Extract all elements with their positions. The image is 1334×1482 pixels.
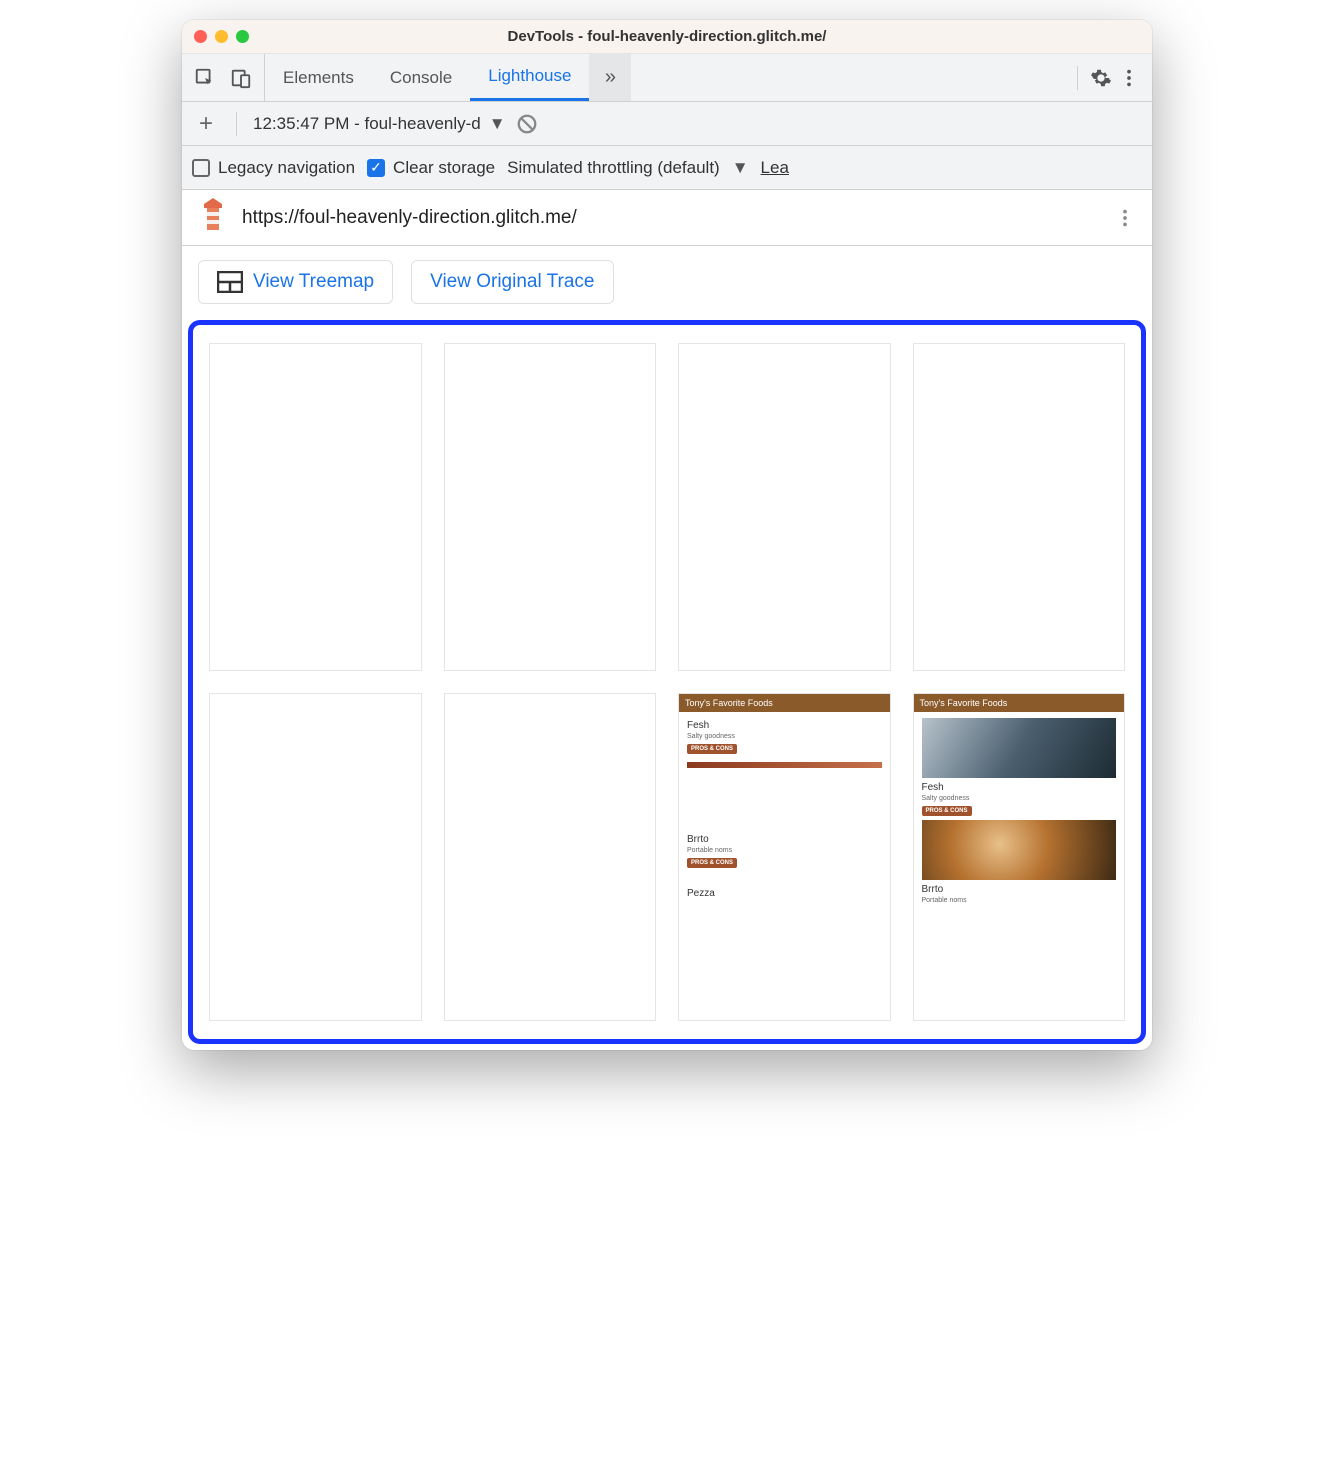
mini-item-sub: Salty goodness	[687, 733, 882, 740]
mini-page: Tony's Favorite Foods Fesh Salty goodnes…	[914, 694, 1125, 1020]
view-original-trace-label: View Original Trace	[430, 271, 594, 293]
tab-elements[interactable]: Elements	[265, 54, 372, 101]
traffic-lights	[194, 30, 249, 43]
caret-down-icon: ▼	[732, 158, 749, 178]
learn-link[interactable]: Lea	[761, 158, 789, 178]
mini-item-sub: Portable noms	[922, 897, 1117, 904]
report-menu-icon[interactable]	[1114, 207, 1136, 229]
mini-item-title: Brrto	[922, 884, 1117, 895]
tabbar-right	[1059, 54, 1152, 101]
filmstrip: Tony's Favorite Foods Fesh Salty goodnes…	[209, 343, 1125, 1021]
lighthouse-options-bar: Legacy navigation ✓ Clear storage Simula…	[182, 146, 1152, 190]
close-window-button[interactable]	[194, 30, 207, 43]
device-toggle-icon[interactable]	[230, 67, 252, 89]
caret-down-icon: ▼	[489, 114, 506, 134]
report-action-row: View Treemap View Original Trace	[182, 246, 1152, 304]
view-original-trace-button[interactable]: View Original Trace	[411, 260, 613, 304]
legacy-navigation-option[interactable]: Legacy navigation	[192, 158, 355, 178]
filmstrip-frame[interactable]: Tony's Favorite Foods Fesh Salty goodnes…	[678, 693, 891, 1021]
window-title: DevTools - foul-heavenly-direction.glitc…	[182, 28, 1152, 45]
report-selector[interactable]: 12:35:47 PM - foul-heavenly-d ▼	[253, 114, 506, 134]
filmstrip-highlight: Tony's Favorite Foods Fesh Salty goodnes…	[188, 320, 1146, 1044]
tab-lighthouse[interactable]: Lighthouse	[470, 54, 589, 101]
checkbox-unchecked-icon	[192, 159, 210, 177]
new-report-button[interactable]: +	[192, 110, 220, 138]
lighthouse-logo-icon	[198, 198, 228, 237]
filmstrip-frame[interactable]	[444, 693, 657, 1021]
mini-item-title: Pezza	[687, 888, 882, 899]
mini-item-title: Fesh	[922, 782, 1117, 793]
panel-tabs: Elements Console Lighthouse »	[265, 54, 631, 101]
tab-overflow-button[interactable]: »	[589, 54, 631, 101]
settings-gear-icon[interactable]	[1090, 67, 1112, 89]
view-treemap-label: View Treemap	[253, 271, 374, 293]
mini-pros-cons-button: PROS & CONS	[922, 806, 972, 816]
mini-item-sub: Salty goodness	[922, 795, 1117, 802]
clear-storage-option[interactable]: ✓ Clear storage	[367, 158, 495, 178]
clear-storage-label: Clear storage	[393, 158, 495, 178]
clear-report-icon[interactable]	[516, 113, 538, 135]
tabbar-left-tools	[182, 54, 265, 101]
throttling-option[interactable]: Simulated throttling (default)	[507, 158, 720, 178]
report-url: https://foul-heavenly-direction.glitch.m…	[242, 207, 1100, 229]
treemap-icon	[217, 271, 243, 293]
minimize-window-button[interactable]	[215, 30, 228, 43]
legacy-navigation-label: Legacy navigation	[218, 158, 355, 178]
divider	[1077, 66, 1078, 90]
view-treemap-button[interactable]: View Treemap	[198, 260, 393, 304]
mini-item-sub: Portable noms	[687, 847, 882, 854]
filmstrip-frame[interactable]: Tony's Favorite Foods Fesh Salty goodnes…	[913, 693, 1126, 1021]
mini-image-fish	[922, 718, 1117, 778]
report-url-bar: https://foul-heavenly-direction.glitch.m…	[182, 190, 1152, 246]
titlebar: DevTools - foul-heavenly-direction.glitc…	[182, 20, 1152, 54]
mini-item-title: Fesh	[687, 720, 882, 731]
checkbox-checked-icon: ✓	[367, 159, 385, 177]
throttling-label: Simulated throttling (default)	[507, 158, 720, 178]
lighthouse-report-bar: + 12:35:47 PM - foul-heavenly-d ▼	[182, 102, 1152, 146]
devtools-tabbar: Elements Console Lighthouse »	[182, 54, 1152, 102]
filmstrip-frame[interactable]	[678, 343, 891, 671]
mini-image-placeholder	[687, 762, 882, 768]
zoom-window-button[interactable]	[236, 30, 249, 43]
mini-header: Tony's Favorite Foods	[679, 694, 890, 712]
mini-pros-cons-button: PROS & CONS	[687, 744, 737, 754]
filmstrip-frame[interactable]	[209, 343, 422, 671]
filmstrip-frame[interactable]	[444, 343, 657, 671]
filmstrip-frame[interactable]	[209, 693, 422, 1021]
divider	[236, 112, 237, 136]
mini-page: Tony's Favorite Foods Fesh Salty goodnes…	[679, 694, 890, 1020]
mini-image-burrito	[922, 820, 1117, 880]
mini-pros-cons-button: PROS & CONS	[687, 858, 737, 868]
inspect-element-icon[interactable]	[194, 67, 216, 89]
filmstrip-frame[interactable]	[913, 343, 1126, 671]
mini-item-title: Brrto	[687, 834, 882, 845]
mini-header: Tony's Favorite Foods	[914, 694, 1125, 712]
devtools-window: DevTools - foul-heavenly-direction.glitc…	[182, 20, 1152, 1050]
report-selector-label: 12:35:47 PM - foul-heavenly-d	[253, 114, 481, 134]
tab-console[interactable]: Console	[372, 54, 470, 101]
more-options-icon[interactable]	[1118, 67, 1140, 89]
